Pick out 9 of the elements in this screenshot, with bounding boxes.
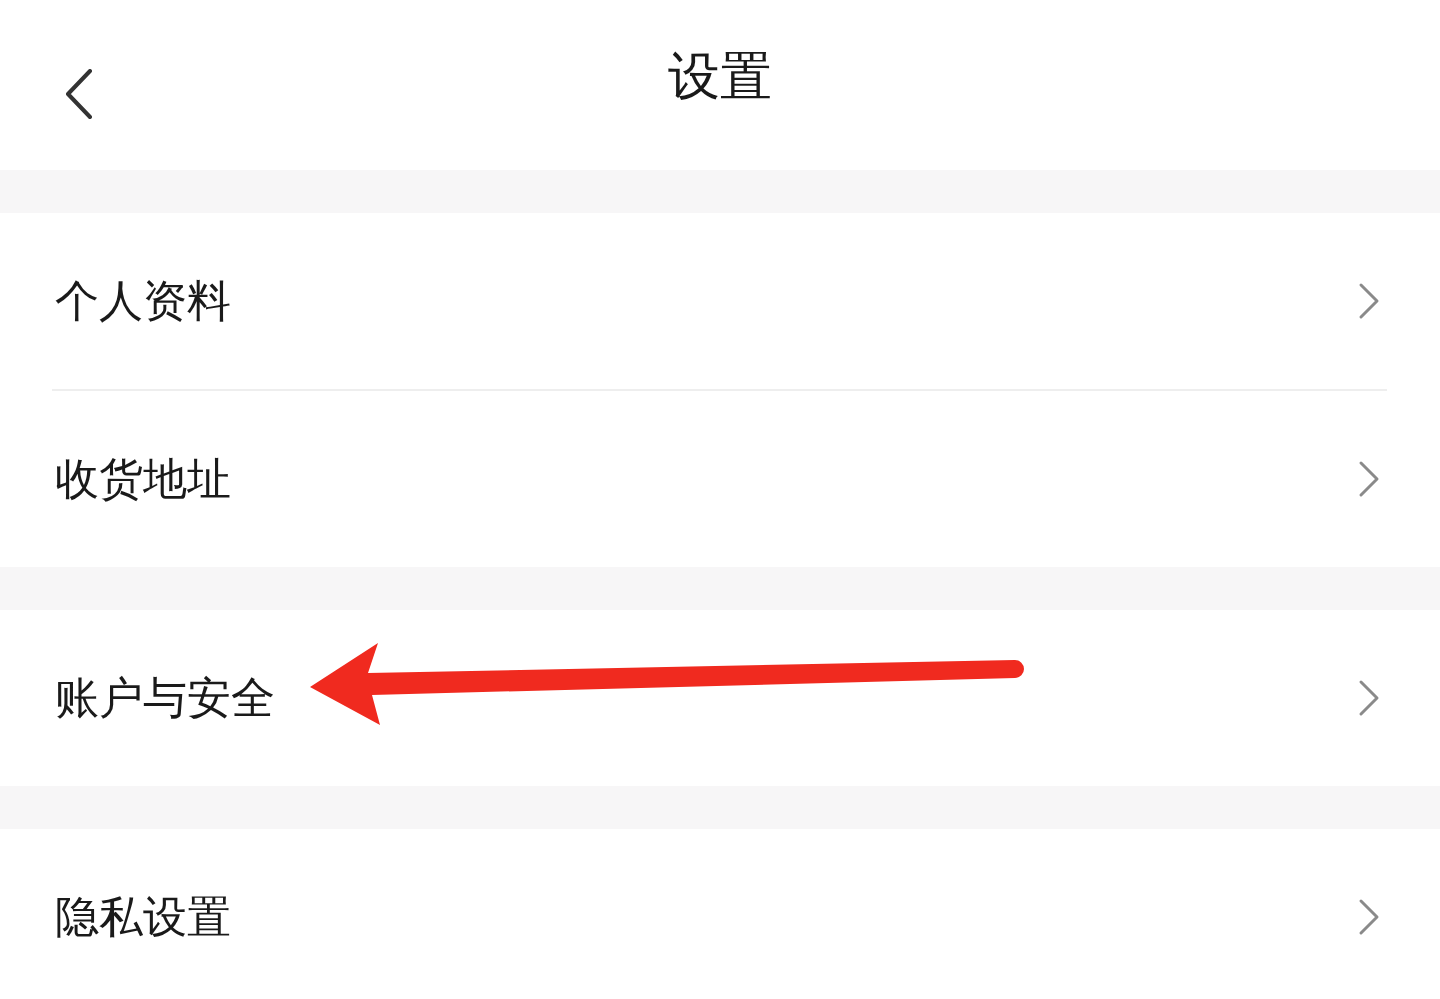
settings-item[interactable]: 账户与安全: [0, 610, 1440, 786]
settings-item[interactable]: 收货地址: [0, 391, 1440, 567]
chevron-right-icon: [1358, 898, 1380, 936]
settings-item[interactable]: 个人资料: [0, 213, 1440, 389]
chevron-right-icon: [1358, 282, 1380, 320]
page-title: 设置: [668, 45, 772, 108]
chevron-right-icon: [1358, 460, 1380, 498]
settings-item[interactable]: 隐私设置: [0, 829, 1440, 999]
chevron-right-icon: [1358, 679, 1380, 717]
